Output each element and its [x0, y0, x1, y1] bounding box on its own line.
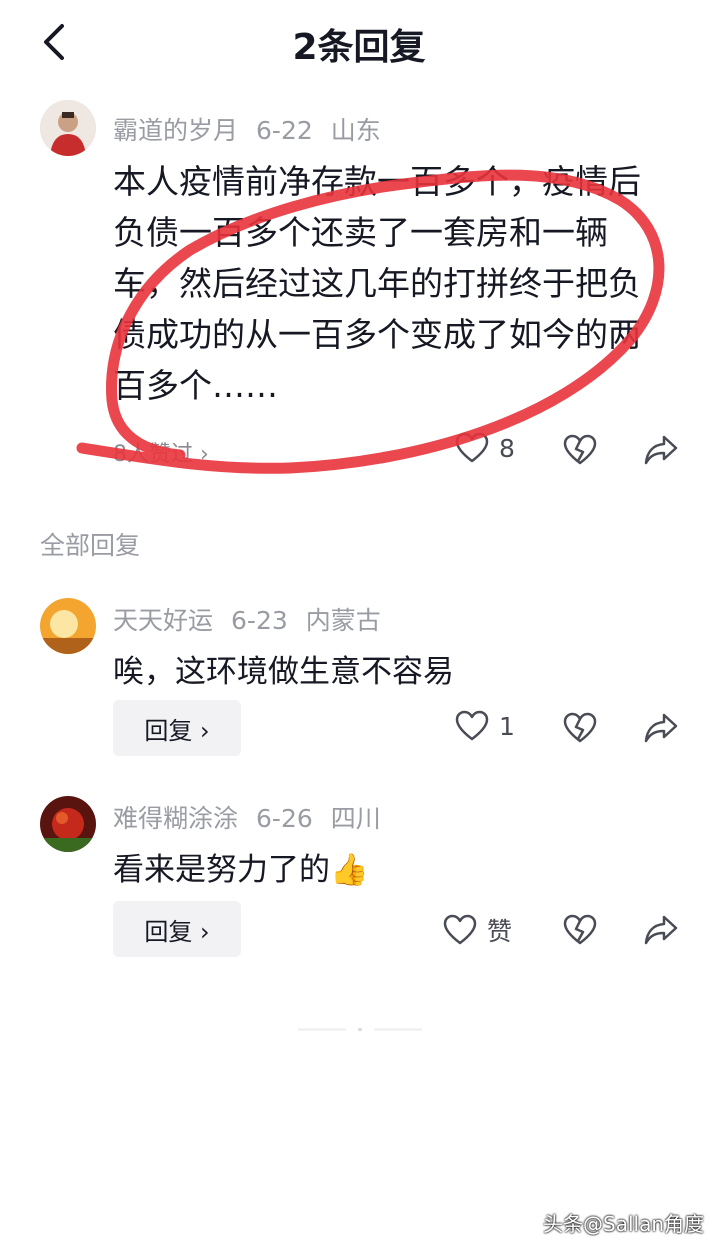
- dislike-button[interactable]: [563, 712, 597, 748]
- like-button[interactable]: 1: [455, 710, 515, 742]
- heart-icon: [455, 432, 489, 463]
- reply-meta: 天天好运 6-23 内蒙古: [113, 601, 399, 637]
- avatar[interactable]: [40, 598, 96, 654]
- dislike-button[interactable]: [563, 914, 597, 950]
- broken-heart-icon: [563, 434, 597, 465]
- share-button[interactable]: [644, 914, 678, 950]
- avatar[interactable]: [40, 100, 96, 156]
- like-button[interactable]: 8: [455, 432, 515, 464]
- reply-button[interactable]: 回复 ›: [113, 700, 241, 756]
- section-label: 全部回复: [40, 531, 141, 560]
- broken-heart-icon: [563, 712, 597, 743]
- comment-location: 山东: [330, 116, 381, 145]
- reply-meta: 难得糊涂涂 6-26 四川: [113, 799, 399, 835]
- comment-date: 6-22: [256, 116, 313, 145]
- avatar[interactable]: [40, 796, 96, 852]
- page-title: 2条回复: [292, 27, 426, 68]
- end-divider: [298, 1016, 422, 1031]
- username[interactable]: 天天好运: [113, 606, 213, 635]
- heart-icon: [443, 914, 477, 945]
- reply-date: 6-26: [256, 804, 313, 833]
- comment-meta: 霸道的岁月 6-22 山东: [113, 111, 399, 147]
- username[interactable]: 难得糊涂涂: [113, 804, 238, 833]
- broken-heart-icon: [563, 914, 597, 945]
- username[interactable]: 霸道的岁月: [113, 116, 238, 145]
- reply-location: 四川: [330, 804, 381, 833]
- reply-text: 看来是努力了的👍: [113, 852, 369, 888]
- watermark: 头条@Sallan角度: [543, 1212, 704, 1236]
- reply-text: 唉，这环境做生意不容易: [113, 654, 454, 690]
- like-count: 1: [499, 711, 515, 741]
- share-icon: [644, 713, 678, 743]
- reply-date: 6-23: [231, 606, 288, 635]
- dislike-button[interactable]: [563, 434, 597, 470]
- reply-location: 内蒙古: [305, 606, 381, 635]
- likers-link[interactable]: 8人赞过 ›: [113, 436, 209, 468]
- heart-icon: [455, 710, 489, 741]
- share-button[interactable]: [644, 434, 678, 470]
- share-icon: [644, 435, 678, 465]
- share-button[interactable]: [644, 712, 678, 748]
- like-count: 8: [499, 433, 515, 463]
- comment-text: 本人疫情前净存款一百多个，疫情后负债一百多个还卖了一套房和一辆车，然后经过这几年…: [113, 162, 641, 405]
- share-icon: [644, 915, 678, 945]
- like-label: 赞: [487, 917, 513, 946]
- reply-button[interactable]: 回复 ›: [113, 901, 241, 957]
- like-button[interactable]: 赞: [443, 912, 512, 948]
